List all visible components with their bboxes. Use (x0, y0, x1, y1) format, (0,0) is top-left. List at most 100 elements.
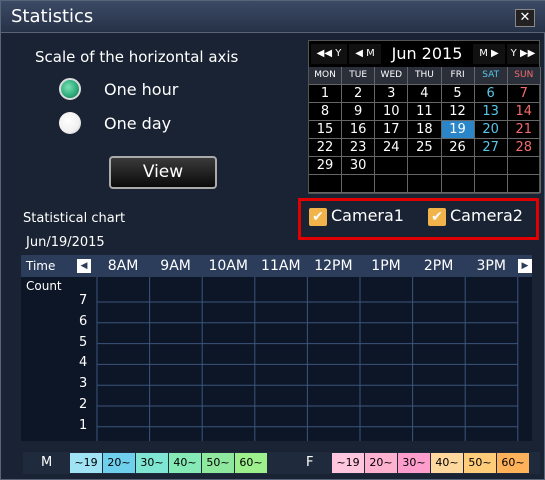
calendar-day[interactable]: 14 (507, 103, 541, 121)
calendar-day[interactable]: 24 (375, 139, 409, 157)
calendar-week-row: 22 23 24 25 26 27 28 (309, 139, 541, 157)
calendar-weekday: THU (408, 67, 442, 85)
camera2-checkbox[interactable]: ✔ (428, 208, 446, 226)
calendar-empty-cell (375, 175, 409, 193)
count-tick-label: 1 (79, 417, 88, 433)
calendar-day[interactable]: 5 (441, 85, 475, 103)
calendar-day[interactable]: 12 (441, 103, 475, 121)
radio-one-hour-label: One hour (104, 80, 179, 99)
next-year-button[interactable]: Y ▶▶ (507, 44, 539, 64)
scale-label: Scale of the horizontal axis (35, 48, 239, 66)
legend-female-swatch: 40~ (431, 453, 463, 473)
view-button[interactable]: View (109, 156, 217, 189)
calendar-empty-cell (441, 157, 475, 175)
calendar-day[interactable]: 27 (474, 139, 508, 157)
calendar-empty-cell (408, 175, 442, 193)
legend-female-swatch: 30~ (398, 453, 430, 473)
age-legend: M F ~19 20~ 30~ 40~ 50~ 60~ ~19 20~ 30~ 40~ 50~ 60~ (23, 452, 540, 474)
calendar-day[interactable]: 11 (408, 103, 442, 121)
radio-one-day[interactable] (59, 112, 81, 134)
calendar-day[interactable]: 23 (342, 139, 376, 157)
count-tick-label: 4 (79, 355, 88, 371)
calendar-day[interactable]: 26 (441, 139, 475, 157)
prev-month-button[interactable]: ◀ M (349, 44, 381, 64)
legend-male-swatch: 60~ (235, 453, 267, 473)
camera1-checkbox[interactable]: ✔ (309, 208, 327, 226)
calendar-weekday: SUN (507, 67, 541, 85)
calendar-day[interactable]: 15 (309, 121, 343, 139)
calendar-day[interactable]: 4 (408, 85, 442, 103)
calendar-empty-cell (342, 175, 376, 193)
calendar-weekday: SAT (474, 67, 508, 85)
legend-male-label: M (41, 455, 53, 470)
calendar-day[interactable]: 22 (309, 139, 343, 157)
statistics-window: Statistics ✕ Scale of the horizontal axi… (0, 0, 545, 480)
camera2-label: Camera2 (450, 206, 523, 225)
calendar-empty-cell (507, 175, 541, 193)
title-bar: Statistics ✕ (1, 1, 545, 33)
calendar-day[interactable]: 19 (441, 121, 475, 139)
calendar-day[interactable]: 9 (342, 103, 376, 121)
close-button[interactable]: ✕ (515, 9, 535, 27)
statistics-chart: Time ◀ ▶ 8AM 9AM 10AM 11AM 12PM 1PM 2PM 3PM Cou… (21, 255, 532, 441)
calendar-day[interactable]: 30 (342, 157, 376, 175)
calendar-empty-cell (441, 175, 475, 193)
count-tick-label: 3 (79, 376, 88, 392)
calendar-empty-cell (474, 175, 508, 193)
calendar-empty-cell (507, 157, 541, 175)
legend-female-swatch: ~19 (332, 453, 364, 473)
calendar-day[interactable]: 28 (507, 139, 541, 157)
prev-year-button[interactable]: ◀◀ Y (311, 44, 347, 64)
legend-female-swatch: 60~ (497, 453, 529, 473)
calendar-day[interactable]: 16 (342, 121, 376, 139)
count-tick-label: 7 (79, 293, 88, 308)
chart-date: Jun/19/2015 (26, 235, 105, 250)
calendar-day[interactable]: 25 (408, 139, 442, 157)
statistical-chart-label: Statistical chart (23, 211, 126, 226)
legend-male-swatch: 30~ (136, 453, 168, 473)
camera1-label: Camera1 (331, 206, 404, 225)
calendar-day[interactable]: 3 (375, 85, 409, 103)
calendar-day[interactable]: 20 (474, 121, 508, 139)
calendar-day[interactable]: 10 (375, 103, 409, 121)
calendar-day[interactable]: 7 (507, 85, 541, 103)
calendar-day[interactable]: 21 (507, 121, 541, 139)
count-tick-label: 5 (79, 334, 88, 350)
legend-female-swatch: 20~ (365, 453, 397, 473)
calendar-day[interactable]: 13 (474, 103, 508, 121)
calendar: ◀◀ Y ◀ M Jun 2015 M ▶ Y ▶▶ MON TUE WED THU F… (308, 40, 541, 194)
legend-female-swatch: 50~ (464, 453, 496, 473)
calendar-day[interactable]: 18 (408, 121, 442, 139)
calendar-day[interactable]: 17 (375, 121, 409, 139)
calendar-month-label: Jun 2015 (391, 44, 463, 63)
calendar-weekday: FRI (441, 67, 475, 85)
calendar-week-row: 15 16 17 18 19 20 21 (309, 121, 541, 139)
radio-one-day-label: One day (104, 114, 172, 133)
calendar-weekday: TUE (342, 67, 376, 85)
legend-male-swatch: 20~ (103, 453, 135, 473)
window-title: Statistics (11, 6, 94, 27)
next-month-button[interactable]: M ▶ (473, 44, 505, 64)
calendar-week-row: 29 30 (309, 157, 541, 175)
calendar-day[interactable]: 2 (342, 85, 376, 103)
legend-female-label: F (306, 455, 314, 470)
calendar-nav: ◀◀ Y ◀ M Jun 2015 M ▶ Y ▶▶ (309, 41, 541, 67)
legend-male-swatch: ~19 (70, 453, 102, 473)
calendar-weekday-row: MON TUE WED THU FRI SAT SUN (309, 67, 541, 85)
calendar-week-row: 8 9 10 11 12 13 14 (309, 103, 541, 121)
calendar-empty-cell (408, 157, 442, 175)
count-tick-label: 2 (79, 397, 88, 412)
calendar-day[interactable]: 1 (309, 85, 343, 103)
calendar-empty-cell (474, 157, 508, 175)
calendar-day[interactable]: 6 (474, 85, 508, 103)
legend-male-swatch: 50~ (202, 453, 234, 473)
calendar-weekday: MON (309, 67, 343, 85)
calendar-day[interactable]: 29 (309, 157, 343, 175)
calendar-weekday: WED (375, 67, 409, 85)
chart-grid (96, 277, 519, 441)
calendar-empty-cell (309, 175, 343, 193)
legend-male-swatch: 40~ (169, 453, 201, 473)
radio-one-hour[interactable] (59, 78, 81, 100)
calendar-day[interactable]: 8 (309, 103, 343, 121)
calendar-empty-cell (375, 157, 409, 175)
